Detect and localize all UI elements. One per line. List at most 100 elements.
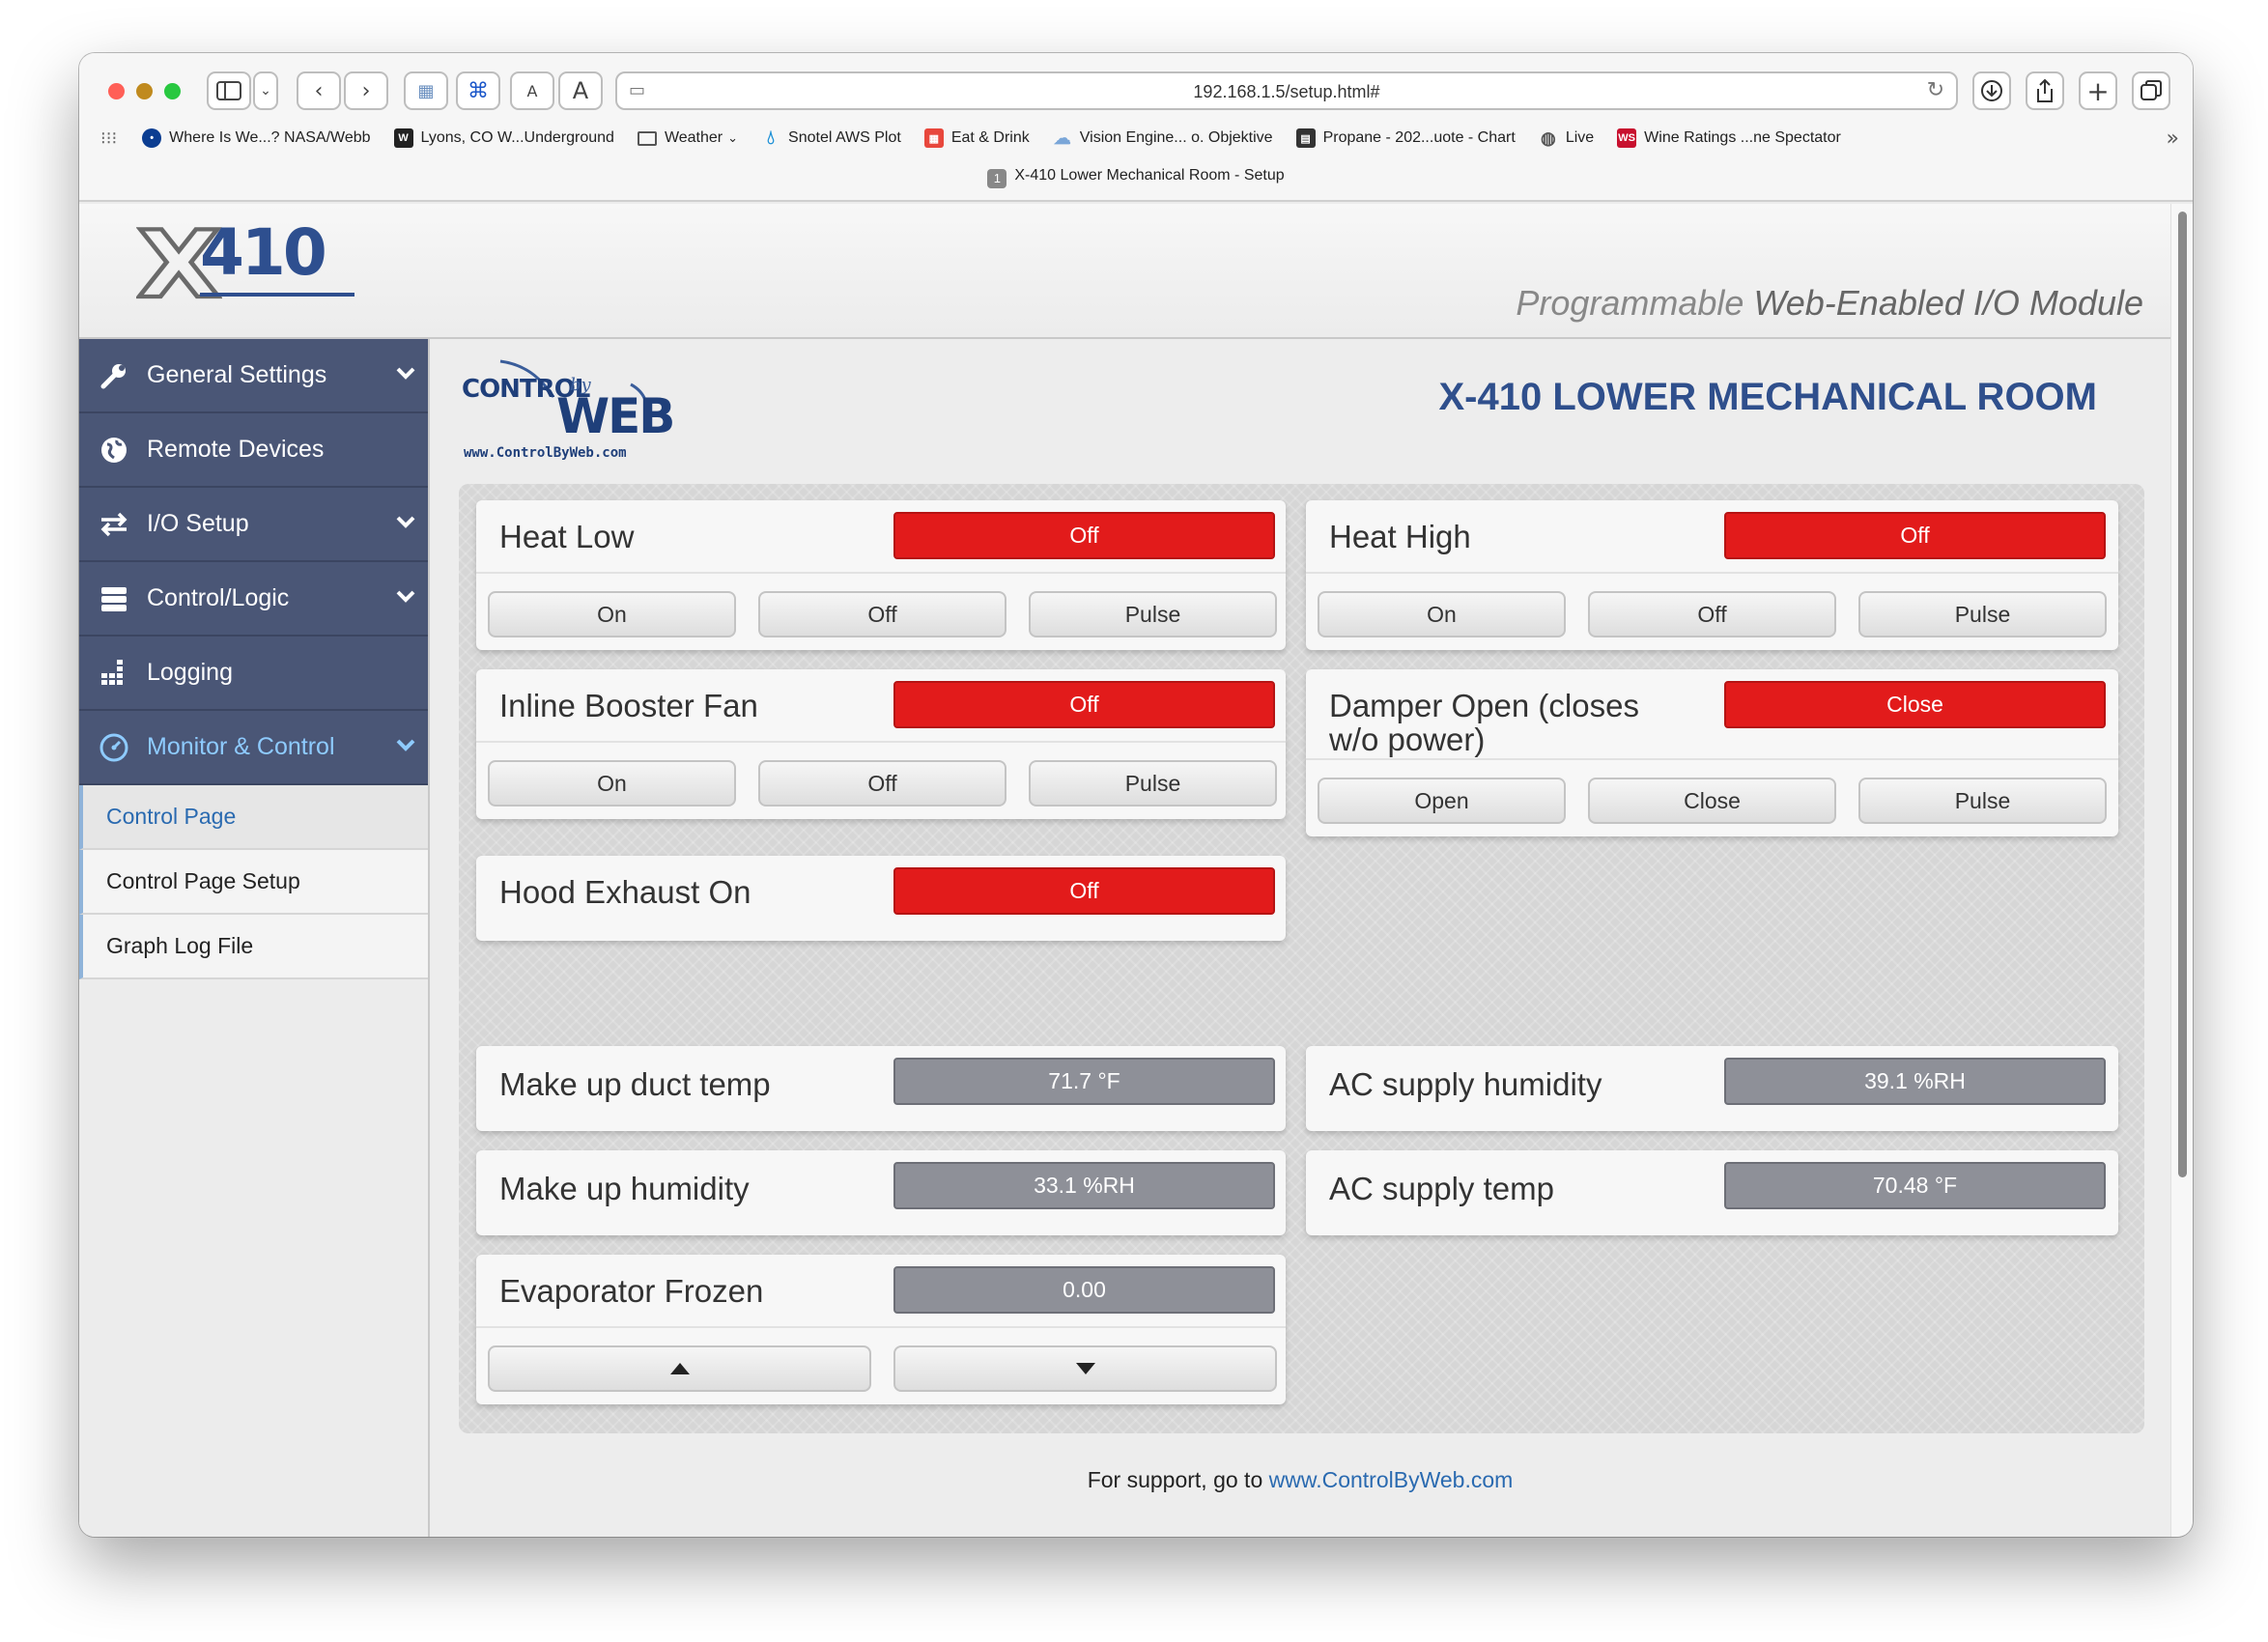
tab-title: X-410 Lower Mechanical Room - Setup (1014, 167, 1285, 184)
decrement-button[interactable] (893, 1345, 1277, 1392)
bookmark-label: Wine Ratings ...ne Spectator (1644, 129, 1841, 146)
scrollbar-thumb[interactable] (2178, 212, 2187, 1177)
caret-up-icon (669, 1363, 690, 1374)
footer-text: For support, go to (1087, 1467, 1269, 1492)
on-button[interactable]: On (1318, 591, 1566, 637)
bookmark-snotel[interactable]: 💧︎ Snotel AWS Plot (761, 127, 901, 149)
tab-overview-button[interactable] (2132, 71, 2170, 110)
chevron-right-icon: › (361, 78, 371, 103)
swap-arrows-icon (99, 509, 129, 540)
sensor-card-ac-supply-temp: AC supply temp 70.48 °F (1306, 1150, 2118, 1235)
close-button[interactable]: Close (1588, 778, 1836, 824)
off-button[interactable]: Off (758, 591, 1006, 637)
bookmark-nasa[interactable]: • Where Is We...? NASA/Webb (142, 128, 371, 148)
wrench-icon (99, 360, 129, 391)
grid-icon: ▦ (923, 128, 944, 148)
nav-label: Control/Logic (147, 584, 290, 611)
sensor-label: AC supply temp (1329, 1171, 1554, 1206)
nav-monitor-control[interactable]: Monitor & Control (79, 711, 428, 785)
bookmark-eat-drink[interactable]: ▦ Eat & Drink (923, 128, 1030, 148)
pulse-button[interactable]: Pulse (1029, 591, 1277, 637)
bookmark-wine-spectator[interactable]: WS Wine Ratings ...ne Spectator (1617, 128, 1841, 148)
tab-title-bar[interactable]: 1 X-410 Lower Mechanical Room - Setup (79, 167, 2193, 188)
sensor-label: Evaporator Frozen (499, 1273, 764, 1309)
sidebar-icon (216, 81, 241, 100)
new-tab-button[interactable]: + (2079, 71, 2117, 110)
chevron-left-icon: ‹ (314, 78, 324, 103)
share-icon (2037, 78, 2053, 102)
reload-icon[interactable]: ↻ (1927, 78, 1944, 102)
bookmark-weather-folder[interactable]: Weather ⌄ (637, 129, 739, 147)
controlbyweb-logo: CONTROL by WEB www.ControlByWeb.com (462, 354, 694, 467)
text-larger-button[interactable]: A (558, 71, 603, 110)
relay-card-hood-exhaust: Hood Exhaust On Off (476, 856, 1286, 941)
chevron-down-icon: ⌄ (727, 130, 739, 145)
on-button[interactable]: On (488, 591, 736, 637)
nav-label: I/O Setup (147, 510, 249, 537)
text-smaller-button[interactable]: A (510, 71, 554, 110)
pulse-button[interactable]: Pulse (1858, 591, 2107, 637)
page-scrollbar[interactable] (2170, 204, 2193, 1537)
subnav-graph-log-file[interactable]: Graph Log File (79, 915, 428, 979)
relay-label: Inline Booster Fan (499, 688, 758, 723)
sensor-card-make-up-duct-temp: Make up duct temp 71.7 °F (476, 1046, 1286, 1131)
bookmark-wunderground[interactable]: W Lyons, CO W...Underground (393, 128, 614, 148)
bookmark-vision-engine[interactable]: ☁ Vision Engine... o. Objektive (1053, 128, 1273, 148)
extension-button[interactable]: ▦ (404, 71, 448, 110)
nav-label: Logging (147, 659, 233, 686)
extension-icon: ▦ (417, 80, 435, 101)
address-bar[interactable]: ▭ 192.168.1.5/setup.html# ↻ (615, 71, 1958, 110)
sensor-value: 39.1 %RH (1724, 1058, 2106, 1105)
logo-number: 410 (200, 215, 327, 290)
subnav-control-page-setup[interactable]: Control Page Setup (79, 850, 428, 915)
sensor-value: 71.7 °F (893, 1058, 1275, 1105)
window-controls (108, 83, 181, 99)
apps-grid-icon[interactable]: ⁝⁝⁝ (100, 128, 117, 149)
nav-control-logic[interactable]: Control/Logic (79, 562, 428, 637)
pulse-button[interactable]: Pulse (1029, 760, 1277, 807)
support-link[interactable]: www.ControlByWeb.com (1269, 1467, 1514, 1492)
sensor-label: AC supply humidity (1329, 1066, 1602, 1102)
bookmark-propane[interactable]: ▤ Propane - 202...uote - Chart (1295, 128, 1516, 148)
nav-general-settings[interactable]: General Settings (79, 339, 428, 413)
sidebar: General Settings Remote Devices I/O Setu… (79, 339, 430, 1537)
relay-status: Off (893, 512, 1275, 559)
main-content: CONTROL by WEB www.ControlByWeb.com X-41… (430, 339, 2170, 1537)
ws-icon: WS (1617, 128, 1637, 148)
back-button[interactable]: ‹ (297, 71, 341, 110)
bookmark-live[interactable]: ◍ Live (1539, 128, 1594, 148)
nav-label: General Settings (147, 361, 327, 388)
subnav-control-page[interactable]: Control Page (79, 785, 428, 850)
relay-status: Close (1724, 681, 2106, 728)
increment-button[interactable] (488, 1345, 871, 1392)
tagline-part-2: Web-Enabled I/O Module (1753, 283, 2143, 323)
nav-remote-devices[interactable]: Remote Devices (79, 413, 428, 488)
nav-logging[interactable]: Logging (79, 637, 428, 711)
bookmark-label: Snotel AWS Plot (788, 129, 901, 146)
bookmark-label: Weather (664, 129, 723, 146)
off-button[interactable]: Off (758, 760, 1006, 807)
on-button[interactable]: On (488, 760, 736, 807)
minimize-window-button[interactable] (136, 83, 153, 99)
sidebar-toggle-button[interactable] (207, 71, 251, 110)
forward-button[interactable]: › (344, 71, 388, 110)
chevron-down-icon (396, 516, 415, 528)
open-button[interactable]: Open (1318, 778, 1566, 824)
sensor-label: Make up humidity (499, 1171, 750, 1206)
share-button[interactable] (2026, 71, 2064, 110)
off-button[interactable]: Off (1588, 591, 1836, 637)
bookmarks-overflow-icon[interactable]: » (2167, 127, 2179, 151)
tab-group-dropdown[interactable]: ⌄ (253, 71, 278, 110)
command-button[interactable]: ⌘ (456, 71, 500, 110)
nav-io-setup[interactable]: I/O Setup (79, 488, 428, 562)
support-footer: For support, go to www.ControlByWeb.com (430, 1467, 2170, 1493)
browser-window: ⌄ ‹ › ▦ ⌘ A A ▭ 192.168.1.5/setup.html# … (79, 53, 2193, 1537)
globe-icon (99, 435, 129, 466)
sensor-value: 33.1 %RH (893, 1162, 1275, 1209)
plus-icon: + (2086, 74, 2110, 107)
downloads-button[interactable] (1972, 71, 2011, 110)
close-window-button[interactable] (108, 83, 125, 99)
relay-label: Hood Exhaust On (499, 874, 751, 910)
zoom-window-button[interactable] (164, 83, 181, 99)
pulse-button[interactable]: Pulse (1858, 778, 2107, 824)
